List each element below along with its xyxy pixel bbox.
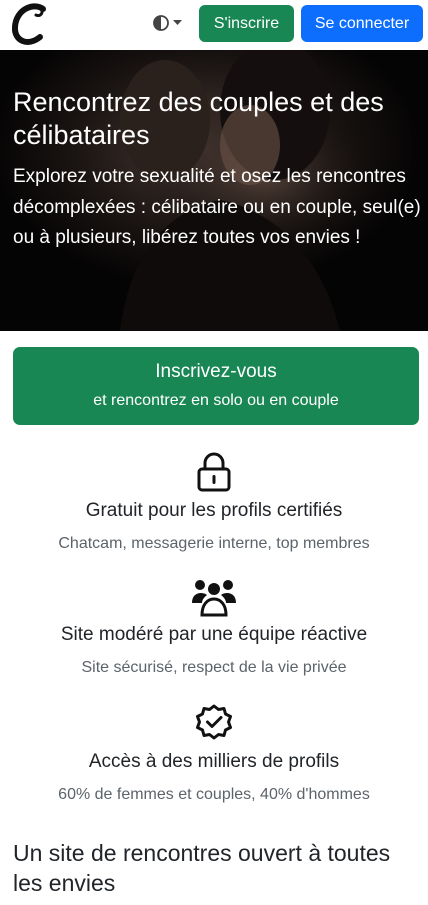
section-title: Un site de rencontres ouvert à toutes le…	[13, 840, 391, 896]
people-icon	[192, 580, 236, 617]
feature-title: Site modéré par une équipe réactive	[60, 624, 368, 645]
cta-title: Inscrivez-vous	[155, 361, 277, 382]
lock-icon	[197, 452, 231, 492]
feature-subtitle: Chatcam, messagerie interne, top membres	[58, 535, 370, 552]
feature-subtitle: Site sécurisé, respect de la vie privée	[81, 659, 347, 676]
login-button[interactable]: Se connecter	[301, 5, 423, 42]
signup-cta-button[interactable]: Inscrivez-vous et rencontrez en solo ou …	[13, 347, 419, 425]
feature-subtitle: 60% de femmes et couples, 40% d'hommes	[58, 786, 370, 803]
check-badge-icon	[196, 704, 232, 740]
navbar: S'inscrire Se connecter	[0, 0, 428, 50]
theme-toggle[interactable]	[152, 12, 186, 34]
cta-subtitle: et rencontrez en solo ou en couple	[93, 392, 339, 409]
signup-button[interactable]: S'inscrire	[199, 5, 294, 42]
hero-text: Explorez votre sexualité et osez les ren…	[13, 166, 421, 248]
chevron-down-icon	[173, 20, 182, 25]
feature-title: Gratuit pour les profils certifiés	[85, 500, 343, 521]
hero-banner: Rencontrez des couples et des célibatair…	[0, 50, 428, 331]
feature-title: Accès à des milliers de profils	[88, 751, 340, 772]
site-logo[interactable]	[10, 3, 50, 47]
hero-title: Rencontrez des couples et des célibatair…	[13, 87, 384, 150]
contrast-icon	[153, 15, 169, 31]
